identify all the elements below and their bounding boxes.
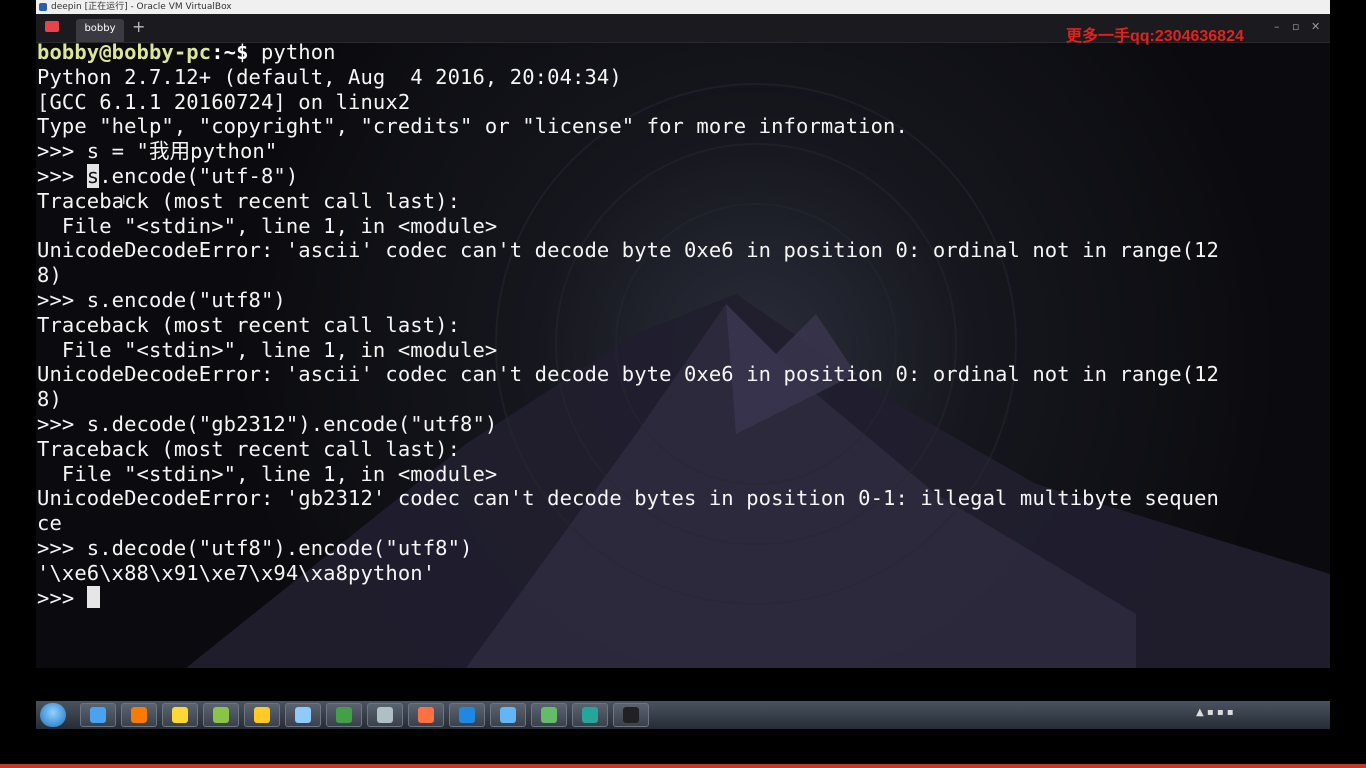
virtualbox-icon xyxy=(500,707,516,723)
terminal-line: '\xe6\x88\x91\xe7\x94\xa8python' xyxy=(37,560,436,585)
terminal-line: >>> s.decode("utf8").encode("utf8") xyxy=(37,535,473,560)
folder-icon xyxy=(254,707,270,723)
taskbar-button[interactable] xyxy=(203,703,239,727)
firefox-icon xyxy=(131,707,147,723)
taskbar-button[interactable] xyxy=(613,703,649,727)
add-tab-icon[interactable]: + xyxy=(132,17,145,36)
maximize-icon[interactable]: ▫ xyxy=(1292,20,1299,33)
terminal-line: ce xyxy=(37,511,62,536)
terminal-line: File "<stdin>", line 1, in <module> xyxy=(37,213,498,238)
taskbar-button[interactable] xyxy=(367,703,403,727)
ppt-icon xyxy=(418,707,434,723)
terminal-line: 8) xyxy=(37,387,62,412)
terminal-line: File "<stdin>", line 1, in <module> xyxy=(37,461,498,486)
taskbar-button[interactable] xyxy=(449,703,485,727)
word-icon xyxy=(459,707,475,723)
tray-icons[interactable]: ▲ ▪ ▪ ▪ xyxy=(1196,707,1234,718)
taskbar-button[interactable] xyxy=(408,703,444,727)
terminal-line: 8) xyxy=(37,263,62,288)
taskbar-button[interactable] xyxy=(162,703,198,727)
terminal-line: >>> xyxy=(37,585,87,610)
terminal-line: >>> s.encode("utf8") xyxy=(37,287,286,312)
host-taskbar: ▲ ▪ ▪ ▪ xyxy=(36,701,1330,729)
taskbar-button[interactable] xyxy=(572,703,608,727)
close-icon[interactable]: ✕ xyxy=(1311,20,1320,33)
taskbar-button[interactable] xyxy=(244,703,280,727)
host-window-titlebar: deepin [正在运行] - Oracle VM VirtualBox xyxy=(36,0,1330,14)
media-icon xyxy=(172,707,188,723)
terminal-line: Traceback (most recent call last): xyxy=(37,188,461,213)
host-window-title: deepin [正在运行] - Oracle VM VirtualBox xyxy=(51,2,232,12)
terminal-line: Python 2.7.12+ (default, Aug 4 2016, 20:… xyxy=(37,64,622,89)
virtualbox-icon xyxy=(39,3,47,11)
terminal-line: Traceback (most recent call last): xyxy=(37,312,461,337)
terminal-line: .encode("utf-8") xyxy=(99,163,299,188)
qq-icon xyxy=(541,707,557,723)
tab-bobby[interactable]: bobby xyxy=(76,19,124,42)
taskbar-button[interactable] xyxy=(285,703,321,727)
bottom-accent-line xyxy=(0,764,1366,768)
terminal-cursor xyxy=(86,585,100,608)
terminal-line: >>> s.decode("gb2312").encode("utf8") xyxy=(37,411,498,436)
terminal-line: UnicodeDecodeError: 'ascii' codec can't … xyxy=(37,362,1219,387)
terminal-line: File "<stdin>", line 1, in <module> xyxy=(37,337,498,362)
monitor-icon xyxy=(295,707,311,723)
terminal-line: UnicodeDecodeError: 'gb2312' codec can't… xyxy=(37,486,1219,511)
notes-icon xyxy=(213,707,229,723)
terminal-line: Type "help", "copyright", "credits" or "… xyxy=(37,114,908,139)
vm-screen: bobby + 更多一手qq:2304636824 – ▫ ✕ bobby@bo… xyxy=(36,14,1330,668)
camtasia-icon xyxy=(582,707,598,723)
ie-icon xyxy=(90,707,106,723)
terminal-app-icon xyxy=(45,21,59,32)
taskbar-button[interactable] xyxy=(326,703,362,727)
minimize-icon[interactable]: – xyxy=(1274,20,1280,33)
terminal-line: [GCC 6.1.1 20160724] on linux2 xyxy=(37,89,411,114)
start-button-icon[interactable] xyxy=(40,703,66,727)
taskbar-button[interactable] xyxy=(531,703,567,727)
taskbar-button[interactable] xyxy=(490,703,526,727)
prompt-command: python xyxy=(248,40,336,64)
terminal-line: Traceback (most recent call last): xyxy=(37,436,461,461)
terminal-output[interactable]: bobby@bobby-pc:~$ python Python 2.7.12+ … xyxy=(37,40,1219,610)
taskbar-button[interactable] xyxy=(121,703,157,727)
prompt-path: :~$ xyxy=(211,40,249,64)
text-cursor-icon: I xyxy=(122,193,126,207)
terminal-line: UnicodeDecodeError: 'ascii' codec can't … xyxy=(37,238,1219,263)
cmd-icon xyxy=(623,707,639,723)
terminal-line: >>> s = "我用python" xyxy=(37,139,278,164)
tools-icon xyxy=(377,707,393,723)
terminal-line: >>> xyxy=(37,163,87,188)
prompt-user-host: bobby@bobby-pc xyxy=(37,40,212,64)
text-selection-cursor: s xyxy=(86,163,100,188)
taskbar-button[interactable] xyxy=(80,703,116,727)
game-icon xyxy=(336,707,352,723)
